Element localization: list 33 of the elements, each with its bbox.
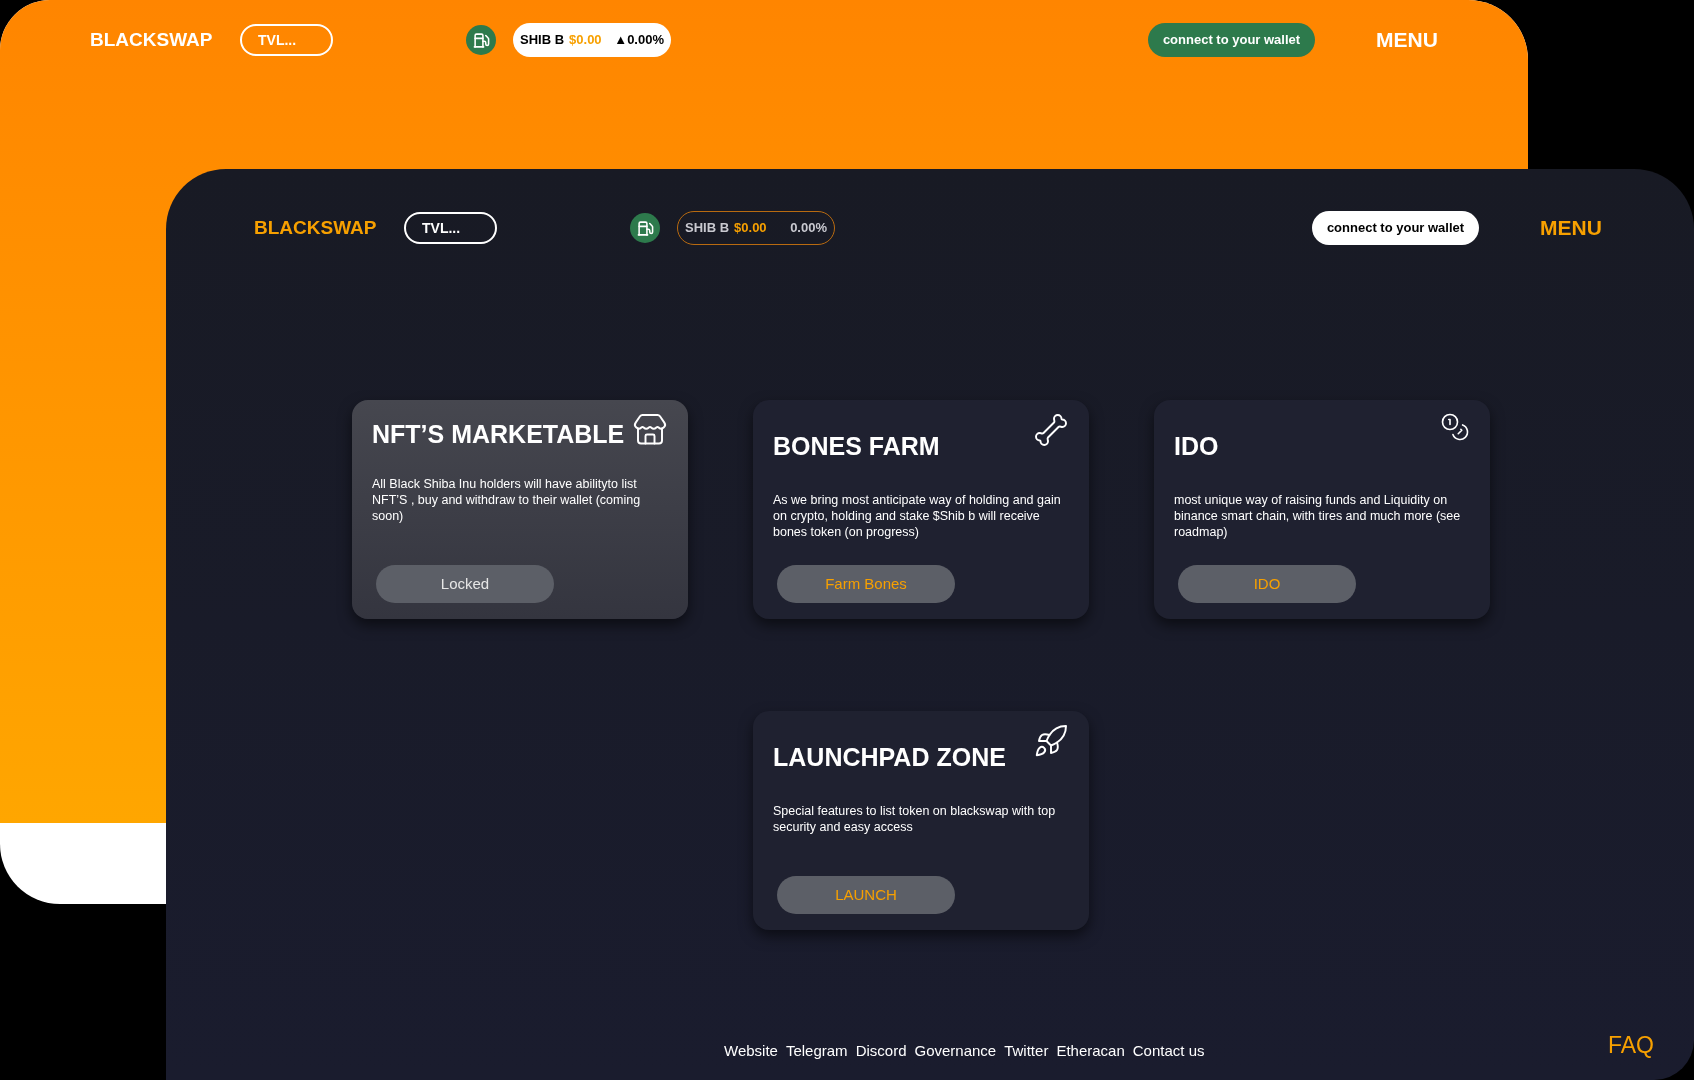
coins-icon <box>1440 412 1470 442</box>
card-description: All Black Shiba Inu holders will have abilityto list NFT’S , buy and withdraw to their wallet (coming soon) <box>372 475 642 524</box>
tvl-button[interactable]: TVL... <box>404 212 497 244</box>
footer-link[interactable]: Discord <box>855 1039 907 1062</box>
token-symbol: SHIB B <box>685 219 730 238</box>
fuel-icon <box>630 213 660 243</box>
price-change: ▲0.00% <box>614 31 664 50</box>
card-title: IDO <box>1174 431 1219 462</box>
faq-link[interactable]: FAQ <box>1608 1027 1654 1062</box>
rocket-icon <box>1033 723 1069 759</box>
bone-icon <box>1033 412 1069 448</box>
card-title: BONES FARM <box>773 431 940 462</box>
token-symbol: SHIB B <box>520 31 565 50</box>
logo[interactable]: BLACKSWAP <box>254 213 404 243</box>
price-change: 0.00% <box>790 219 827 238</box>
footer-link[interactable]: Website <box>724 1039 778 1062</box>
footer-link[interactable]: Twitter <box>1004 1039 1049 1062</box>
footer-link[interactable]: Contact us <box>1132 1039 1205 1062</box>
token-price: $0.00 <box>734 219 767 238</box>
card-title: NFT’S MARKETABLE <box>372 419 625 450</box>
fuel-icon <box>466 25 496 55</box>
footer-link[interactable]: Etheracan <box>1056 1039 1125 1062</box>
token-price: $0.00 <box>569 31 602 50</box>
footer-link[interactable]: Governance <box>914 1039 997 1062</box>
footer-link[interactable]: Telegram <box>785 1039 848 1062</box>
card-title: LAUNCHPAD ZONE <box>773 742 1006 773</box>
card-description: most unique way of raising funds and Liquidity on binance smart chain, with tires and much more (see roadmap) <box>1174 491 1462 540</box>
connect-wallet-button[interactable]: connect to your wallet <box>1312 211 1479 245</box>
menu-button[interactable]: MENU <box>1540 212 1602 244</box>
card-description: Special features to list token on blackswap with top security and easy access <box>773 802 1057 835</box>
card-button[interactable]: Locked <box>376 565 554 603</box>
connect-wallet-button[interactable]: connect to your wallet <box>1148 23 1315 57</box>
card-description: As we bring most anticipate way of holding and gain on crypto, holding and stake $Shib b will receive bones token (on progress) <box>773 491 1062 540</box>
